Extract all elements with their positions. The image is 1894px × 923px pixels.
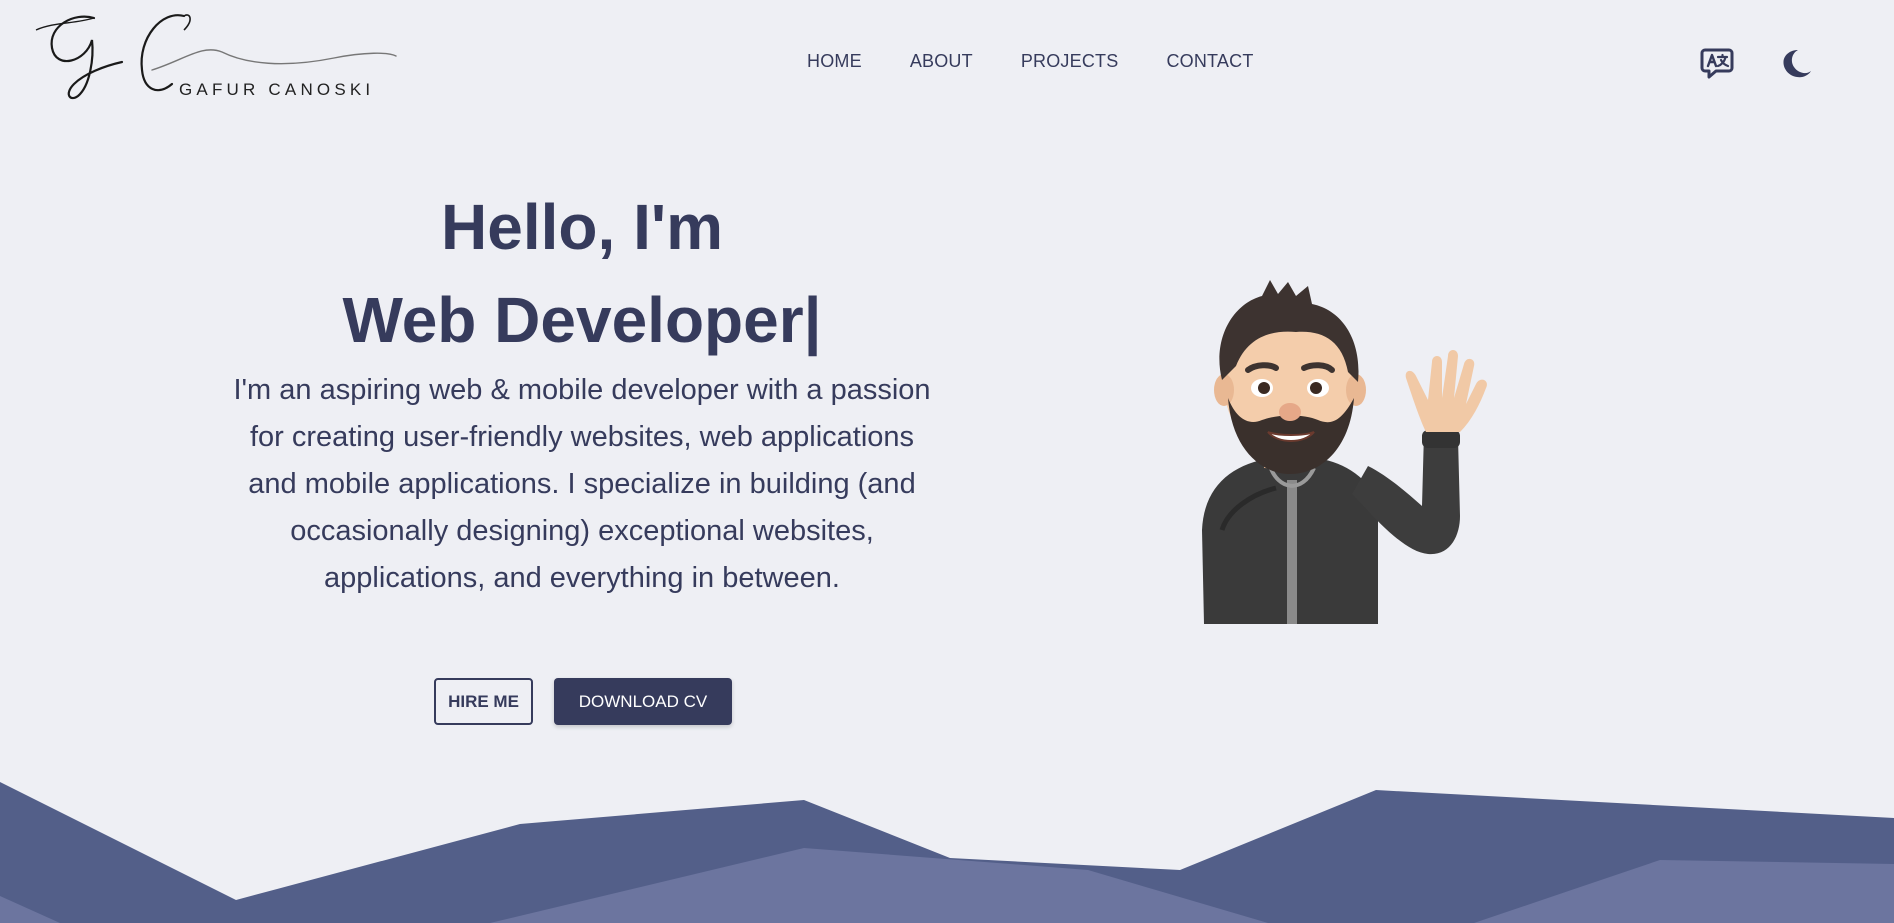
download-cv-button[interactable]: DOWNLOAD CV (554, 678, 732, 725)
mountains-background (0, 782, 1894, 923)
hero-role-typed: Web Developer| (342, 284, 822, 356)
translate-icon[interactable] (1700, 47, 1734, 79)
hire-me-button[interactable]: HIRE ME (434, 678, 533, 725)
hero-greeting: Hello, I'm (441, 191, 723, 263)
avatar-waving (1192, 280, 1512, 624)
logo-name-text: GAFUR CANOSKI (179, 80, 375, 99)
nav-about[interactable]: ABOUT (910, 51, 973, 72)
nav-home[interactable]: HOME (807, 51, 862, 72)
nav-contact[interactable]: CONTACT (1166, 51, 1253, 72)
portfolio-page: GAFUR CANOSKI HOME ABOUT PROJECTS CONTAC… (0, 0, 1894, 923)
nav-projects[interactable]: PROJECTS (1021, 51, 1119, 72)
moon-icon[interactable] (1782, 48, 1812, 78)
main-nav: HOME ABOUT PROJECTS CONTACT (807, 51, 1254, 72)
hero-intro-text: I'm an aspiring web & mobile developer w… (233, 374, 931, 594)
site-logo[interactable]: GAFUR CANOSKI (34, 8, 406, 104)
